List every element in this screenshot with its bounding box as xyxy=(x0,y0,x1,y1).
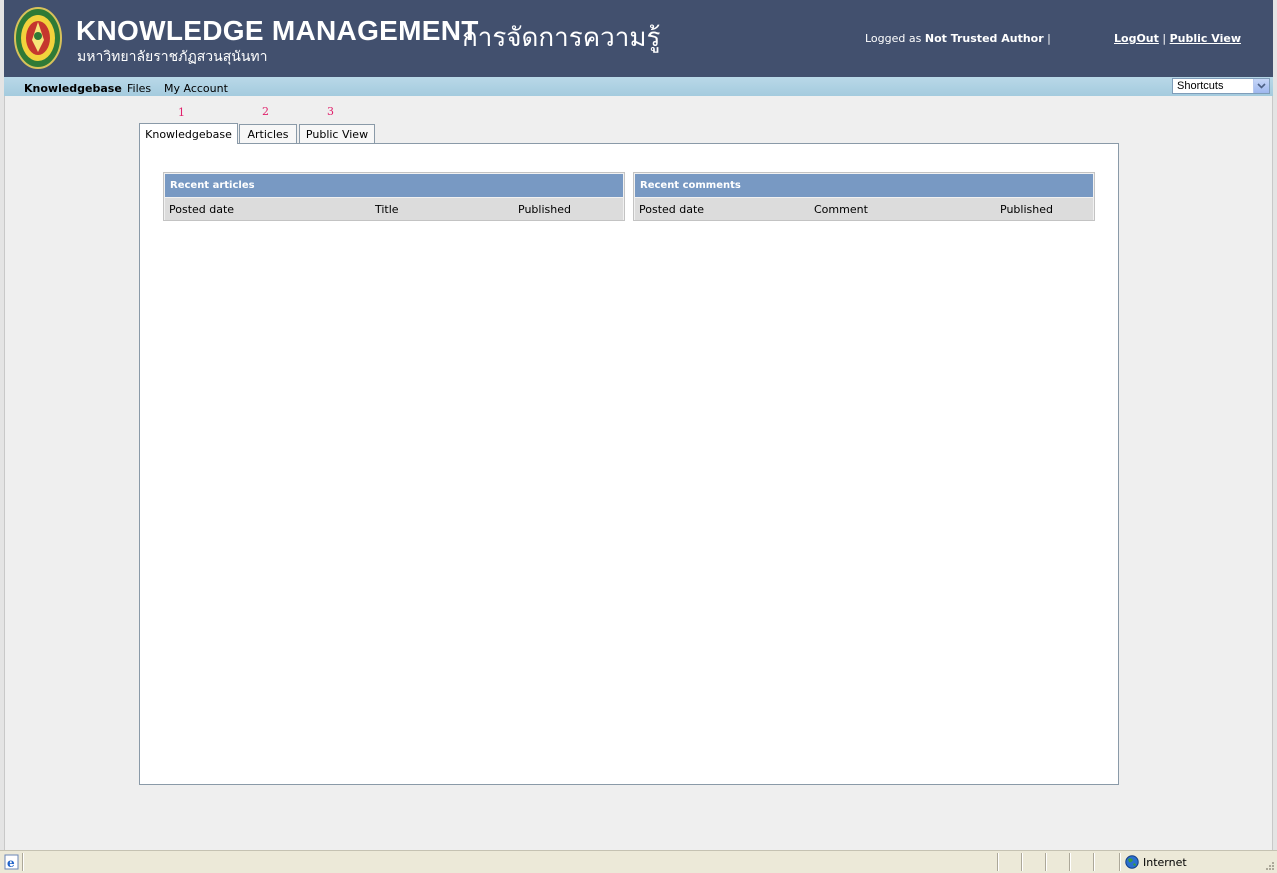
shortcuts-select[interactable]: Shortcuts xyxy=(1172,78,1270,94)
column-header-comment[interactable]: Comment xyxy=(814,203,868,216)
logged-prefix: Logged as xyxy=(865,32,922,45)
app-title-thai: การจัดการความรู้ xyxy=(462,22,661,52)
security-zone-label: Internet xyxy=(1143,856,1187,869)
status-separator xyxy=(1093,853,1094,871)
recent-articles-header-row: Posted date Title Published xyxy=(165,198,623,220)
logged-user: Not Trusted Author xyxy=(924,32,1044,45)
main-nav: Knowledgebase Files My Account Shortcuts xyxy=(4,77,1273,96)
column-header-posted-date[interactable]: Posted date xyxy=(169,203,234,216)
nav-item-my-account[interactable]: My Account xyxy=(164,82,228,95)
login-info: Logged as Not Trusted Author | xyxy=(865,32,1051,45)
recent-comments-header-row: Posted date Comment Published xyxy=(635,198,1093,220)
tab-content-panel: Recent articles Posted date Title Publis… xyxy=(139,143,1119,785)
column-header-posted-date[interactable]: Posted date xyxy=(639,203,704,216)
chevron-down-icon[interactable] xyxy=(1253,79,1269,93)
recent-comments-panel: Recent comments Posted date Comment Publ… xyxy=(633,172,1095,221)
shortcuts-label: Shortcuts xyxy=(1177,80,1224,92)
window-left-border xyxy=(0,0,5,850)
marker-3: 3 xyxy=(327,105,334,118)
site-header: KNOWLEDGE MANAGEMENT การจัดการความรู้ มห… xyxy=(4,0,1273,77)
nav-item-files[interactable]: Files xyxy=(127,82,151,95)
recent-comments-title: Recent comments xyxy=(635,174,1093,197)
marker-1: 1 xyxy=(178,106,185,119)
status-separator xyxy=(1119,853,1120,871)
tab-knowledgebase[interactable]: Knowledgebase xyxy=(139,123,238,144)
login-separator: | xyxy=(1047,32,1051,45)
status-separator xyxy=(22,853,23,871)
app-subtitle: มหาวิทยาลัยราชภัฏสวนสุนันทา xyxy=(77,48,268,64)
status-separator xyxy=(1021,853,1022,871)
public-view-link[interactable]: Public View xyxy=(1170,32,1241,45)
column-header-published[interactable]: Published xyxy=(518,203,571,216)
university-seal-logo xyxy=(14,7,62,69)
globe-icon xyxy=(1125,855,1139,869)
tab-articles[interactable]: Articles xyxy=(239,124,297,143)
status-separator xyxy=(1069,853,1070,871)
page-icon: e xyxy=(4,854,19,870)
column-header-published[interactable]: Published xyxy=(1000,203,1053,216)
browser-status-bar: e Internet xyxy=(0,850,1277,873)
recent-articles-title: Recent articles xyxy=(165,174,623,197)
status-separator xyxy=(997,853,998,871)
header-link-separator: | xyxy=(1162,32,1167,45)
svg-text:e: e xyxy=(7,856,15,870)
window-right-border xyxy=(1272,0,1277,850)
header-links: LogOut | Public View xyxy=(1114,32,1241,45)
tab-public-view[interactable]: Public View xyxy=(299,124,375,143)
logout-link[interactable]: LogOut xyxy=(1114,32,1159,45)
nav-item-knowledgebase[interactable]: Knowledgebase xyxy=(24,82,122,95)
marker-2: 2 xyxy=(262,105,269,118)
column-header-title[interactable]: Title xyxy=(375,203,399,216)
app-title: KNOWLEDGE MANAGEMENT xyxy=(76,15,479,46)
resize-grip-icon[interactable] xyxy=(1263,859,1275,871)
recent-articles-panel: Recent articles Posted date Title Publis… xyxy=(163,172,625,221)
status-separator xyxy=(1045,853,1046,871)
